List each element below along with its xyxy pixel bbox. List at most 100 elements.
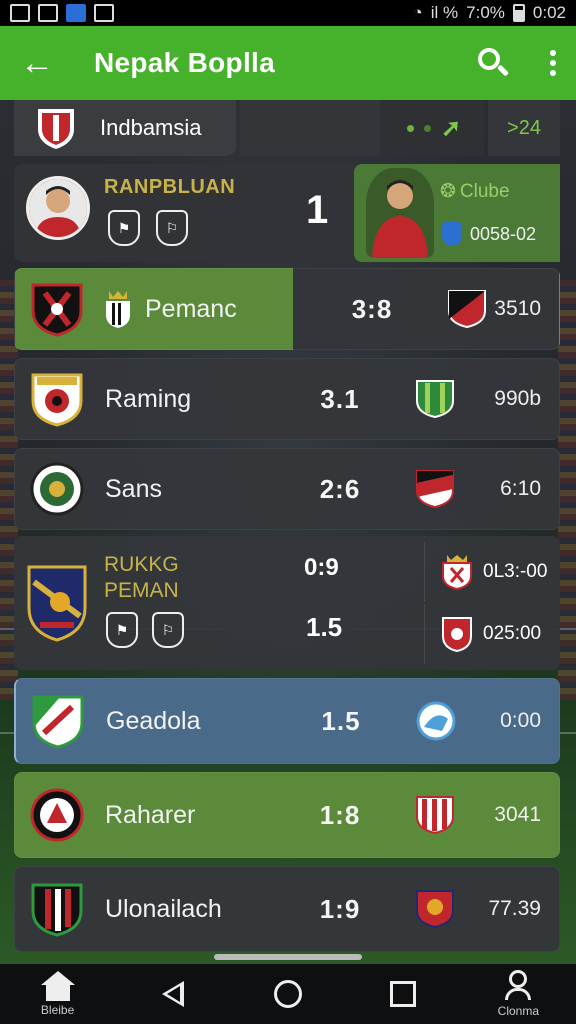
arrow-left-icon[interactable]: ← [20,44,60,83]
match-row[interactable]: Pemanc 3:8 3510 [14,268,560,350]
app-bar: ← Nepak Boplla [0,26,576,100]
match-score: 3.1 [320,383,360,414]
match-score: 3:8 [351,293,393,324]
image-notification-icon [38,4,58,22]
nav-recents[interactable] [363,981,443,1007]
team-crest-icon [32,695,84,749]
sub-match-top[interactable]: 0L3:-00 [424,542,560,602]
match-time: 0:00 [500,709,541,732]
club-shield-icon [442,222,462,246]
opponent-crest-icon [442,617,472,652]
match-score: 1.5 [321,705,361,736]
match-row[interactable]: Geadola 1.5 0:00 [14,678,560,764]
match-time: 6:10 [500,477,541,500]
nav-profile[interactable]: Clonma [478,970,558,1018]
match-score: 2:6 [319,473,361,504]
opponent-crest-icon [416,701,456,741]
back-triangle-icon [161,981,184,1007]
club-icon: ❂ [440,181,456,202]
battery-percent: 7:0% [466,3,505,22]
nav-home[interactable]: Bleibe [18,971,98,1017]
team-crest-icon [31,283,83,337]
match-score-top: 0:9 [304,554,339,581]
nav-home-label: Bleibe [40,1003,75,1017]
match-time: 990b [494,387,541,410]
crown-shield-icon [106,291,130,328]
battery-icon [512,4,525,22]
country-label: Indbamsia [100,115,202,140]
header-right-label: 24 [518,116,541,139]
bottom-nav: Bleibe Clonma [0,964,576,1024]
team-crest-icon [27,565,87,642]
opponent-crest-icon [416,890,454,929]
header-right[interactable]: > 24 [488,100,560,156]
clubs-link[interactable]: ❂ Clube [440,180,510,203]
opponent-crest-icon [448,290,486,329]
team-label-line2: PEMAN [104,579,179,602]
nav-profile-label: Clonma [497,1004,540,1018]
shield-icon: ⚐ [156,210,188,246]
team-crest-icon [31,883,83,937]
match-row[interactable]: Raharer 1:8 3041 [14,772,560,858]
match-score-bottom: 1.5 [306,612,343,642]
team-name: Sans [105,474,162,503]
team-label-line1: RUKKG [104,553,179,576]
shield-icon: ⚐ [152,612,184,648]
team-name: Geadola [106,706,201,735]
team-name: Pemanc [145,294,237,323]
shield-icon: ⚑ [108,210,140,246]
match-row[interactable]: Raming 3.1 990b [14,358,560,440]
photo-notification-icon [10,4,30,22]
team-crest-icon [31,373,83,427]
match-row[interactable]: Ulonailach 1:9 77.39 [14,866,560,952]
dot-icon [406,124,414,132]
player-photo [366,168,434,258]
match-row[interactable]: Sans 2:6 6:10 [14,448,560,530]
team-crest-icon [30,788,84,842]
sub-match-bottom[interactable]: 025:00 [424,604,560,664]
featured-panel [354,164,560,262]
team-name: Ulonailach [105,894,222,923]
match-time: 3041 [494,803,541,826]
home-circle-icon [273,980,302,1008]
profile-icon [503,970,533,1002]
team-name: Raming [105,384,192,413]
match-time: 3510 [494,297,541,320]
search-icon[interactable] [476,46,510,80]
clock: 0:02 [532,3,566,22]
dot-icon [423,124,431,132]
match-time-top: 0L3:-00 [483,561,548,582]
status-bar: ◔ il % 7:0% 0:02 [0,0,576,26]
signal-text: il % [430,3,459,22]
app-title: Nepak Boplla [94,47,275,78]
opponent-crest-icon [442,555,472,590]
nav-home-button[interactable] [248,980,328,1008]
header-indicators: ➚ [384,100,484,156]
shield-icon: ⚑ [106,612,138,648]
double-match-row[interactable]: RUKKG PEMAN ⚑ ⚐ 0:9 1.5 0L3:-00 025:00 [14,536,560,670]
featured-player-row[interactable]: RANPBLUAN ⚑ ⚐ 1 ❂ Clube 0058-02 [14,164,560,262]
nav-back[interactable] [133,981,213,1007]
match-list: Indbamsia ➚ > 24 RANPBLUAN ⚑ ⚐ 1 ❂ Clube… [14,100,562,964]
gallery-notification-icon [94,4,114,22]
featured-score: 1 [306,188,329,232]
league-shield-icon [38,109,74,149]
match-score: 1:8 [319,799,361,830]
home-icon [40,971,75,1001]
team-name: Raharer [105,800,196,829]
chevron-right-icon: > [507,116,519,139]
opponent-crest-icon [416,796,454,835]
player-avatar [26,176,90,240]
clubs-label: Clube [459,180,510,202]
team-crest-icon [30,462,84,516]
trend-up-icon: ➚ [440,114,462,142]
league-header-row[interactable]: Indbamsia ➚ > 24 [14,100,560,156]
opponent-crest-icon [416,470,454,509]
facebook-notification-icon [66,4,86,22]
scroll-handle[interactable] [214,954,362,960]
featured-label: RANPBLUAN [104,176,236,198]
featured-time: 0058-02 [470,223,537,244]
wifi-icon: ◔ [412,3,423,22]
match-time: 77.39 [488,897,541,920]
more-vert-icon[interactable] [550,50,556,76]
